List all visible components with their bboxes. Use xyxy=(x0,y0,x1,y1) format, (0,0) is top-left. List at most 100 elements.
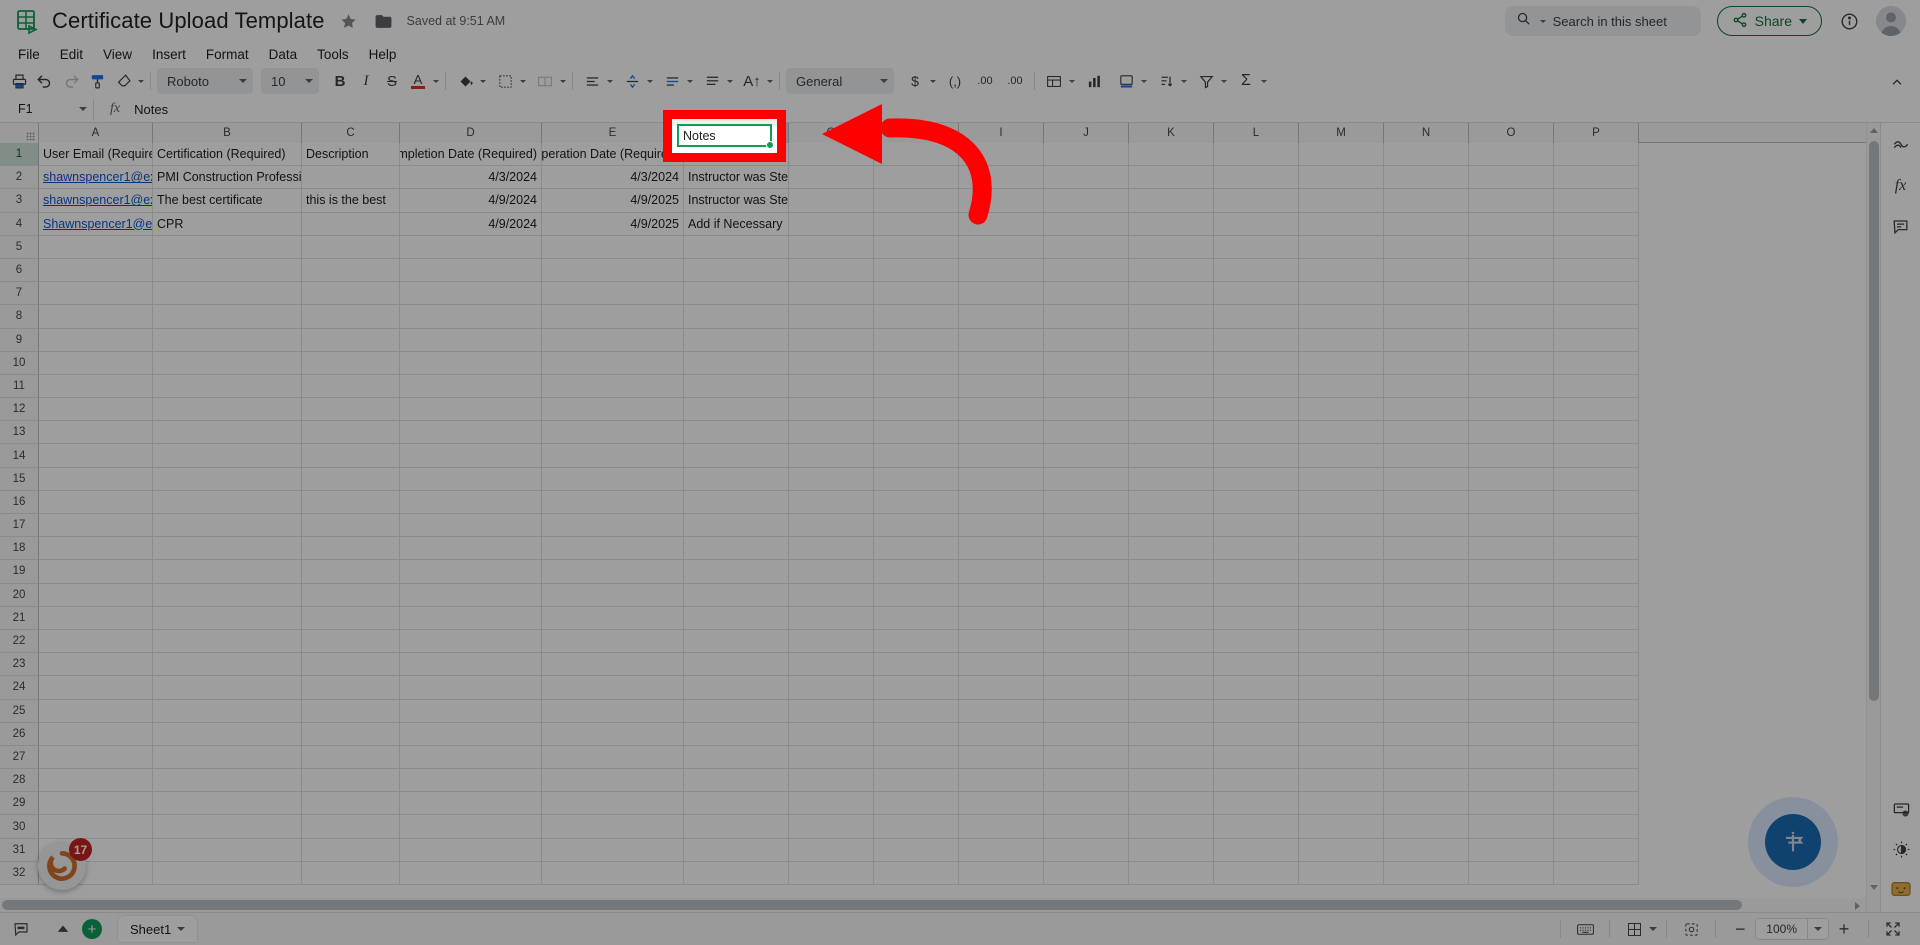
rotate-up-caret-icon[interactable] xyxy=(767,80,773,83)
cell-D7[interactable] xyxy=(400,282,542,305)
cell-F4[interactable]: Add if Necessary xyxy=(684,213,789,236)
cell-K11[interactable] xyxy=(1129,375,1214,398)
cell-N10[interactable] xyxy=(1384,352,1469,375)
italic-button[interactable]: I xyxy=(353,68,379,94)
cell-H15[interactable] xyxy=(874,468,959,491)
row-header-13[interactable]: 13 xyxy=(0,421,39,444)
redo-icon[interactable] xyxy=(58,68,84,94)
cell-H23[interactable] xyxy=(874,653,959,676)
cell-K23[interactable] xyxy=(1129,653,1214,676)
cell-B22[interactable] xyxy=(153,630,302,653)
cell-J3[interactable] xyxy=(1044,189,1129,212)
cell-B23[interactable] xyxy=(153,653,302,676)
cell-D30[interactable] xyxy=(400,815,542,838)
cell-I1[interactable] xyxy=(959,143,1044,166)
cell-A4[interactable]: Shawnspencer1@exam xyxy=(39,213,153,236)
cell-N27[interactable] xyxy=(1384,746,1469,769)
cell-P7[interactable] xyxy=(1554,282,1639,305)
cell-J17[interactable] xyxy=(1044,514,1129,537)
fill-color-caret-icon[interactable] xyxy=(480,80,486,83)
cell-O31[interactable] xyxy=(1469,839,1554,862)
cell-J19[interactable] xyxy=(1044,560,1129,583)
cell-F28[interactable] xyxy=(684,769,789,792)
filter-color-icon[interactable] xyxy=(1113,68,1139,94)
cell-M15[interactable] xyxy=(1299,468,1384,491)
cell-N5[interactable] xyxy=(1384,236,1469,259)
table-caret-icon[interactable] xyxy=(1069,80,1075,83)
cell-O3[interactable] xyxy=(1469,189,1554,212)
cell-G15[interactable] xyxy=(789,468,874,491)
fill-color-icon[interactable] xyxy=(452,68,478,94)
cell-D8[interactable] xyxy=(400,305,542,328)
menu-tools[interactable]: Tools xyxy=(307,45,359,64)
column-header-m[interactable]: M xyxy=(1299,123,1384,143)
cell-L16[interactable] xyxy=(1214,491,1299,514)
cell-E18[interactable] xyxy=(542,537,684,560)
cell-A10[interactable] xyxy=(39,352,153,375)
cell-D22[interactable] xyxy=(400,630,542,653)
cell-P20[interactable] xyxy=(1554,584,1639,607)
cell-M32[interactable] xyxy=(1299,862,1384,885)
cell-P5[interactable] xyxy=(1554,236,1639,259)
cell-C2[interactable] xyxy=(302,166,400,189)
cell-N24[interactable] xyxy=(1384,676,1469,699)
cell-F27[interactable] xyxy=(684,746,789,769)
cell-O20[interactable] xyxy=(1469,584,1554,607)
cell-N16[interactable] xyxy=(1384,491,1469,514)
cell-M26[interactable] xyxy=(1299,723,1384,746)
cell-K20[interactable] xyxy=(1129,584,1214,607)
cell-M13[interactable] xyxy=(1299,421,1384,444)
cell-P32[interactable] xyxy=(1554,862,1639,885)
cell-M7[interactable] xyxy=(1299,282,1384,305)
cell-L3[interactable] xyxy=(1214,189,1299,212)
cell-H31[interactable] xyxy=(874,839,959,862)
cell-L5[interactable] xyxy=(1214,236,1299,259)
cell-N7[interactable] xyxy=(1384,282,1469,305)
cell-P9[interactable] xyxy=(1554,329,1639,352)
cell-I25[interactable] xyxy=(959,700,1044,723)
cell-I14[interactable] xyxy=(959,444,1044,467)
cell-G20[interactable] xyxy=(789,584,874,607)
merge-caret-icon[interactable] xyxy=(560,80,566,83)
row-header-6[interactable]: 6 xyxy=(0,259,39,282)
cell-O30[interactable] xyxy=(1469,815,1554,838)
cell-B31[interactable] xyxy=(153,839,302,862)
cell-link[interactable]: shawnspencer1@exam xyxy=(43,193,153,207)
cell-P30[interactable] xyxy=(1554,815,1639,838)
cell-A24[interactable] xyxy=(39,676,153,699)
cell-P27[interactable] xyxy=(1554,746,1639,769)
cell-K15[interactable] xyxy=(1129,468,1214,491)
cell-A28[interactable] xyxy=(39,769,153,792)
cell-C9[interactable] xyxy=(302,329,400,352)
cell-D16[interactable] xyxy=(400,491,542,514)
cell-N31[interactable] xyxy=(1384,839,1469,862)
cell-D12[interactable] xyxy=(400,398,542,421)
vertical-scrollbar[interactable] xyxy=(1866,123,1880,912)
cell-N4[interactable] xyxy=(1384,213,1469,236)
number-format-select[interactable]: General xyxy=(786,68,894,94)
cell-C31[interactable] xyxy=(302,839,400,862)
cell-A27[interactable] xyxy=(39,746,153,769)
cell-L27[interactable] xyxy=(1214,746,1299,769)
cell-K27[interactable] xyxy=(1129,746,1214,769)
cell-F26[interactable] xyxy=(684,723,789,746)
cell-B28[interactable] xyxy=(153,769,302,792)
cell-N17[interactable] xyxy=(1384,514,1469,537)
cell-C29[interactable] xyxy=(302,792,400,815)
cell-I24[interactable] xyxy=(959,676,1044,699)
cell-M21[interactable] xyxy=(1299,607,1384,630)
cell-F21[interactable] xyxy=(684,607,789,630)
cell-I32[interactable] xyxy=(959,862,1044,885)
cell-B27[interactable] xyxy=(153,746,302,769)
star-icon[interactable] xyxy=(338,10,360,32)
cell-F30[interactable] xyxy=(684,815,789,838)
cell-M16[interactable] xyxy=(1299,491,1384,514)
cell-C20[interactable] xyxy=(302,584,400,607)
cell-E19[interactable] xyxy=(542,560,684,583)
table-view-icon[interactable] xyxy=(1619,916,1649,942)
cell-M18[interactable] xyxy=(1299,537,1384,560)
cell-A8[interactable] xyxy=(39,305,153,328)
cell-P11[interactable] xyxy=(1554,375,1639,398)
cell-P22[interactable] xyxy=(1554,630,1639,653)
cell-A7[interactable] xyxy=(39,282,153,305)
